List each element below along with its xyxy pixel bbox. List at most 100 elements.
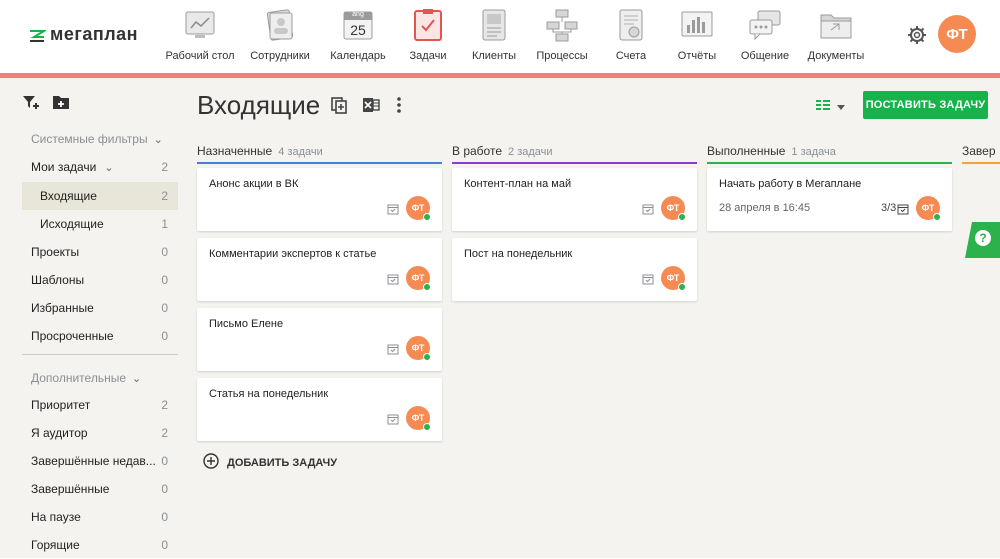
assignee-avatar[interactable]: ФТ [406, 336, 431, 361]
task-title: Контент-план на май [464, 178, 572, 190]
sidebar-item-count: 2 [161, 160, 168, 174]
sidebar-item-burning[interactable]: Горящие 0 [22, 531, 178, 559]
lane-count: 2 задачи [508, 146, 553, 158]
logo-text: мегаплан [50, 23, 139, 44]
excel-export-icon[interactable] [362, 96, 380, 119]
logo-mark-icon [28, 25, 46, 43]
sidebar-item-count: 0 [161, 245, 168, 259]
sidebar-item-label: На паузе [31, 510, 81, 524]
tasks-icon [411, 8, 445, 42]
nav-item-employees[interactable]: Сотрудники [240, 8, 320, 66]
task-card[interactable]: Комментарии экспертов к статье ФТ [197, 238, 442, 301]
nav-item-chat[interactable]: Общение [725, 8, 805, 66]
extra-filters-label: Дополнительные [31, 371, 126, 385]
task-card[interactable]: Начать работу в Мегаплане 28 апреля в 16… [707, 168, 952, 231]
lane-title: В работе [452, 144, 503, 158]
calendar-icon [387, 204, 399, 215]
nav-label: Рабочий стол [165, 50, 235, 62]
sidebar-item-outgoing[interactable]: Исходящие 1 [22, 210, 178, 238]
avatar-initials: ФТ [411, 413, 425, 423]
nav-label: Счета [615, 50, 647, 62]
lane-done: Выполненные 1 задача Начать работу в Мег… [707, 140, 952, 231]
nav-item-calendar[interactable]: ang 25 Календарь [318, 8, 398, 66]
task-card[interactable]: Статья на понедельник ФТ [197, 378, 442, 441]
lane-title: Выполненные [707, 144, 786, 158]
sidebar-item-done[interactable]: Завершённые 0 [22, 475, 178, 503]
task-card[interactable]: Письмо Елене ФТ [197, 308, 442, 371]
sidebar-item-label: Просроченные [31, 329, 114, 343]
copy-icon[interactable] [330, 96, 348, 119]
online-status-dot [423, 283, 431, 291]
task-card[interactable]: Контент-план на май ФТ [452, 168, 697, 231]
sidebar-item-label: Я аудитор [31, 426, 88, 440]
extra-filters-heading[interactable]: Дополнительные ⌄ [31, 371, 141, 385]
sidebar-item-incoming[interactable]: Входящие 2 [22, 182, 178, 210]
lane-title: Назначенные [197, 144, 273, 158]
lane-finished: Завер [962, 140, 1000, 164]
add-task-button[interactable]: ДОБАВИТЬ ЗАДАЧУ [203, 453, 337, 472]
lane-underline [197, 162, 442, 164]
assignee-avatar[interactable]: ФТ [406, 406, 431, 431]
sidebar-item-label: Мои задачи [31, 160, 97, 174]
sidebar-item-paused[interactable]: На паузе 0 [22, 503, 178, 531]
task-title: Пост на понедельник [464, 248, 573, 260]
nav-item-documents[interactable]: Документы [796, 8, 876, 66]
online-status-dot [423, 213, 431, 221]
logo[interactable]: мегаплан [28, 22, 138, 46]
sidebar-item-overdue[interactable]: Просроченные 0 [22, 322, 178, 350]
page-title: Входящие [197, 90, 321, 120]
settings-gear-icon[interactable] [905, 23, 929, 47]
system-filters-heading[interactable]: Системные фильтры ⌄ [31, 132, 163, 146]
sidebar-item-favorites[interactable]: Избранные 0 [22, 294, 178, 322]
sidebar-item-projects[interactable]: Проекты 0 [22, 238, 178, 266]
add-folder-icon[interactable] [52, 94, 70, 115]
assignee-avatar[interactable]: ФТ [661, 266, 686, 291]
sidebar-item-my-tasks[interactable]: Мои задачи ⌄ 2 [22, 153, 178, 181]
nav-item-processes[interactable]: Процессы [522, 8, 602, 66]
calendar-icon [642, 274, 654, 285]
lane-count: 1 задача [791, 146, 836, 158]
lane-underline [962, 162, 1000, 164]
nav-label: Отчёты [677, 50, 717, 62]
lane-header: Назначенные 4 задачи [197, 140, 442, 162]
create-task-button[interactable]: ПОСТАВИТЬ ЗАДАЧУ [863, 91, 988, 119]
task-card[interactable]: Анонс акции в ВК ФТ [197, 168, 442, 231]
sidebar-item-label: Приоритет [31, 398, 91, 412]
user-avatar[interactable]: ФТ [938, 15, 976, 53]
sidebar-item-count: 0 [161, 510, 168, 524]
chevron-down-icon: ⌄ [132, 372, 142, 385]
invoices-icon [614, 8, 648, 42]
avatar-initials: ФТ [666, 203, 680, 213]
sidebar-divider [22, 354, 178, 355]
assignee-avatar[interactable]: ФТ [406, 196, 431, 221]
nav-item-desktop[interactable]: Рабочий стол [160, 8, 240, 66]
system-filters-label: Системные фильтры [31, 132, 148, 146]
sidebar-item-priority[interactable]: Приоритет 2 [22, 391, 178, 419]
nav-label: Задачи [409, 50, 447, 62]
online-status-dot [678, 283, 686, 291]
plus-circle-icon [203, 453, 219, 472]
lane-header: Завер [962, 140, 1000, 162]
online-status-dot [678, 213, 686, 221]
more-vertical-icon[interactable] [394, 96, 404, 119]
lane-in-progress: В работе 2 задачи Контент-план на май ФТ… [452, 140, 697, 301]
add-filter-icon[interactable] [22, 94, 40, 115]
online-status-dot [423, 423, 431, 431]
view-toggle[interactable] [815, 98, 845, 116]
sidebar-item-label: Проекты [31, 245, 80, 259]
nav-label: Процессы [536, 50, 588, 62]
assignee-avatar[interactable]: ФТ [916, 196, 941, 221]
sidebar-item-label: Исходящие [40, 217, 104, 231]
help-question-icon: ? [974, 229, 992, 252]
sidebar-item-templates[interactable]: Шаблоны 0 [22, 266, 178, 294]
assignee-avatar[interactable]: ФТ [406, 266, 431, 291]
sidebar-item-label: Завершённые [31, 482, 110, 496]
main-nav: Рабочий стол Сотрудники ang 25 Календарь… [160, 0, 880, 73]
task-card[interactable]: Пост на понедельник ФТ [452, 238, 697, 301]
title-actions [330, 96, 404, 119]
sidebar-item-auditor[interactable]: Я аудитор 2 [22, 419, 178, 447]
assignee-avatar[interactable]: ФТ [661, 196, 686, 221]
chevron-down-icon: ⌄ [104, 161, 114, 174]
sidebar-item-recent-done[interactable]: Завершённые недав... 0 [22, 447, 178, 475]
sidebar-item-count: 0 [161, 538, 168, 552]
